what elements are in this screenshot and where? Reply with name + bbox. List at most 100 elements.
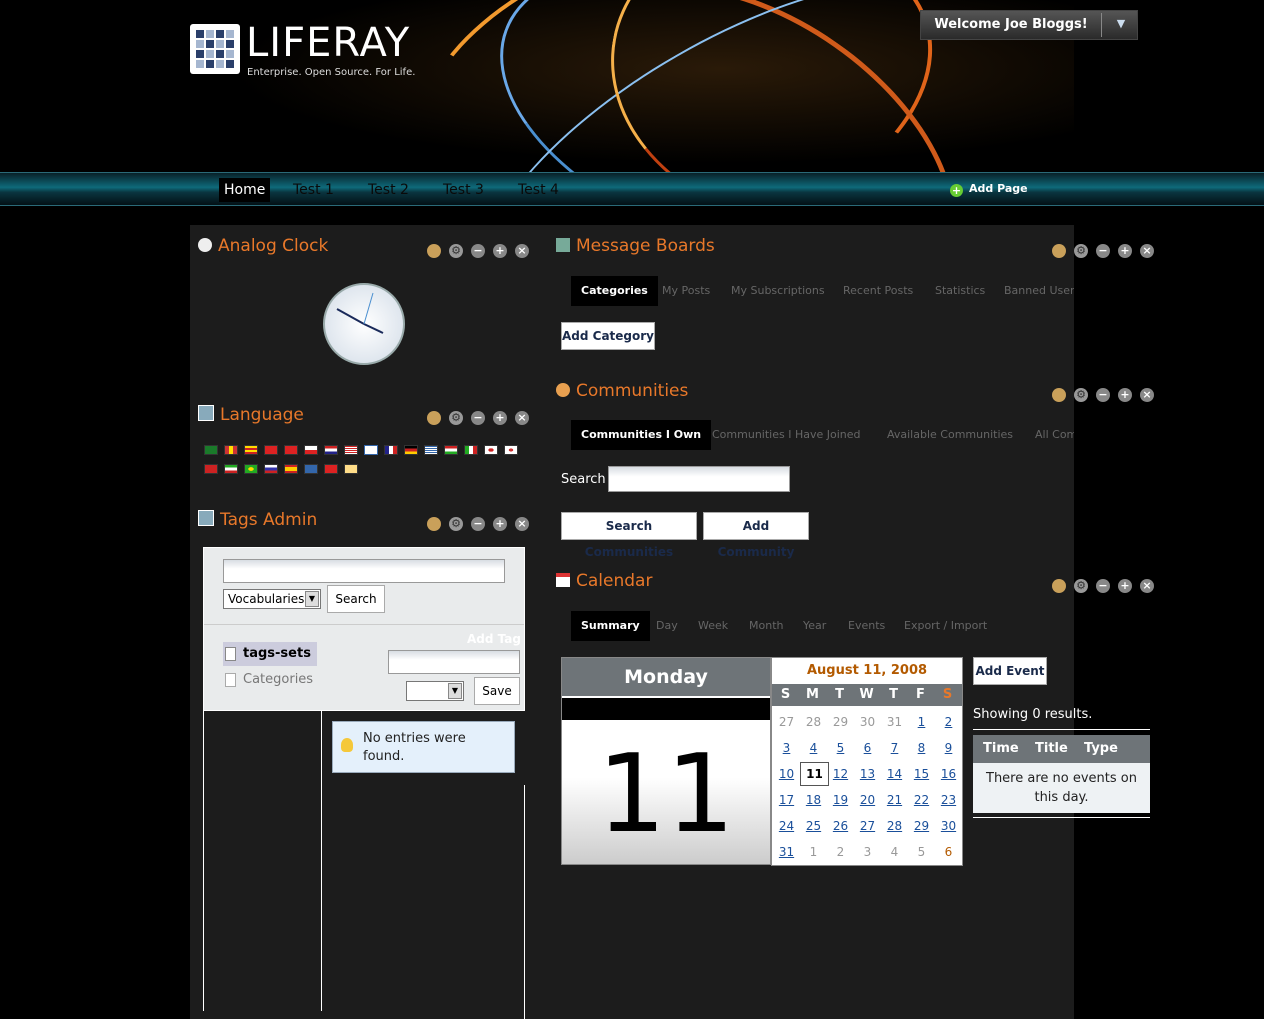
calendar-day[interactable]: 8	[908, 736, 935, 760]
calendar-day[interactable]: 24	[773, 814, 800, 838]
italian-flag[interactable]	[464, 445, 478, 455]
tags-search-input[interactable]	[223, 559, 505, 583]
configuration-icon[interactable]: ⚙	[1074, 579, 1088, 593]
communities-search-input[interactable]	[608, 466, 790, 492]
tab-year[interactable]: Year	[803, 611, 826, 641]
calendar-day[interactable]: 11	[800, 762, 829, 786]
tab-communities-i-own[interactable]: Communities I Own	[571, 420, 712, 450]
maximize-icon[interactable]: +	[1118, 244, 1132, 258]
finnish-flag[interactable]	[364, 445, 378, 455]
maximize-icon[interactable]: +	[1118, 388, 1132, 402]
look-and-feel-icon[interactable]	[427, 411, 441, 425]
calendar-day[interactable]: 23	[935, 788, 962, 812]
tab-categories[interactable]: Categories	[571, 276, 658, 306]
arabic-flag[interactable]	[204, 445, 218, 455]
calendar-day[interactable]: 4	[800, 736, 827, 760]
minimize-icon[interactable]: −	[1096, 579, 1110, 593]
tree-item-selected[interactable]: tags-sets	[223, 642, 317, 666]
calendar-day[interactable]: 31	[773, 840, 800, 864]
add-event-button[interactable]: Add Event	[973, 657, 1047, 685]
tab-available-communities[interactable]: Available Communities	[887, 420, 1013, 450]
dock-menu-icon[interactable]: ▼	[1111, 17, 1131, 33]
welcome-label[interactable]: Welcome Joe Bloggs!	[921, 11, 1101, 39]
look-and-feel-icon[interactable]	[427, 244, 441, 258]
french-flag[interactable]	[384, 445, 398, 455]
minimize-icon[interactable]: −	[471, 244, 485, 258]
look-and-feel-icon[interactable]	[427, 517, 441, 531]
add-community-button[interactable]: Add Community	[703, 512, 809, 559]
norwegian-flag[interactable]	[204, 464, 218, 474]
chinese-flag[interactable]	[264, 445, 278, 455]
nav-item-test-2[interactable]: Test 2	[363, 178, 414, 202]
vietnamese-flag[interactable]	[344, 464, 358, 474]
taiwan-flag[interactable]	[284, 445, 298, 455]
save-button[interactable]: Save	[474, 677, 520, 705]
korean-flag[interactable]	[504, 445, 518, 455]
tab-my-posts[interactable]: My Posts	[662, 276, 710, 306]
column-time[interactable]: Time	[983, 735, 1019, 763]
look-and-feel-icon[interactable]	[1052, 579, 1066, 593]
calendar-day[interactable]: 7	[881, 736, 908, 760]
calendar-day[interactable]: 3	[773, 736, 800, 760]
greek-flag[interactable]	[424, 445, 438, 455]
calendar-day[interactable]: 10	[773, 762, 800, 786]
minimize-icon[interactable]: −	[471, 517, 485, 531]
nav-item-test-3[interactable]: Test 3	[438, 178, 489, 202]
calendar-day[interactable]: 29	[908, 814, 935, 838]
calendar-day[interactable]: 21	[881, 788, 908, 812]
tab-recent-posts[interactable]: Recent Posts	[843, 276, 913, 306]
japanese-flag[interactable]	[484, 445, 498, 455]
dutch-flag[interactable]	[324, 445, 338, 455]
configuration-icon[interactable]: ⚙	[1074, 244, 1088, 258]
catalan-flag[interactable]	[224, 445, 238, 455]
nav-item-test-1[interactable]: Test 1	[288, 178, 339, 202]
chevron-down-icon[interactable]: ▼	[305, 591, 319, 607]
add-tag-link[interactable]: Add Tag	[467, 632, 521, 646]
tab-my-subscriptions[interactable]: My Subscriptions	[731, 276, 825, 306]
add-category-button[interactable]: Add Category	[561, 322, 655, 350]
calendar-day[interactable]: 17	[773, 788, 800, 812]
calendar-day[interactable]: 16	[935, 762, 962, 786]
maximize-icon[interactable]: +	[1118, 579, 1132, 593]
persian-flag[interactable]	[224, 464, 238, 474]
russian-flag[interactable]	[264, 464, 278, 474]
close-icon[interactable]: ×	[515, 411, 529, 425]
tab-month[interactable]: Month	[749, 611, 783, 641]
close-icon[interactable]: ×	[1140, 388, 1154, 402]
configuration-icon[interactable]: ⚙	[1074, 388, 1088, 402]
calendar-day[interactable]: 12	[827, 762, 854, 786]
close-icon[interactable]: ×	[1140, 244, 1154, 258]
calendar-day[interactable]: 5	[827, 736, 854, 760]
portuguese-flag[interactable]	[244, 464, 258, 474]
tab-all-communities[interactable]: All Communities	[1035, 420, 1074, 450]
tab-summary[interactable]: Summary	[571, 611, 650, 641]
calendar-day[interactable]: 2	[935, 710, 962, 734]
calendar-day[interactable]: 14	[881, 762, 908, 786]
minimize-icon[interactable]: −	[1096, 244, 1110, 258]
minimize-icon[interactable]: −	[471, 411, 485, 425]
czech-flag[interactable]	[304, 445, 318, 455]
spanish-flag[interactable]	[284, 464, 298, 474]
tab-export-import[interactable]: Export / Import	[904, 611, 987, 641]
user-menu[interactable]: Welcome Joe Bloggs! ▼	[920, 10, 1138, 40]
configuration-icon[interactable]: ⚙	[449, 244, 463, 258]
maximize-icon[interactable]: +	[493, 244, 507, 258]
vocabularies-select[interactable]: Vocabularies ▼	[223, 589, 321, 609]
swedish-flag[interactable]	[304, 464, 318, 474]
maximize-icon[interactable]: +	[493, 411, 507, 425]
calendar-day[interactable]: 9	[935, 736, 962, 760]
calendar-day[interactable]: 20	[854, 788, 881, 812]
close-icon[interactable]: ×	[515, 517, 529, 531]
calendar-day[interactable]: 6	[854, 736, 881, 760]
close-icon[interactable]: ×	[1140, 579, 1154, 593]
turkish-flag[interactable]	[324, 464, 338, 474]
minimize-icon[interactable]: −	[1096, 388, 1110, 402]
tags-search-button[interactable]: Search	[327, 585, 385, 613]
tab-statistics[interactable]: Statistics	[935, 276, 985, 306]
calendar-day[interactable]: 19	[827, 788, 854, 812]
configuration-icon[interactable]: ⚙	[449, 517, 463, 531]
close-icon[interactable]: ×	[515, 244, 529, 258]
hungarian-flag[interactable]	[444, 445, 458, 455]
tab-day[interactable]: Day	[656, 611, 678, 641]
column-type[interactable]: Type	[1084, 735, 1118, 763]
